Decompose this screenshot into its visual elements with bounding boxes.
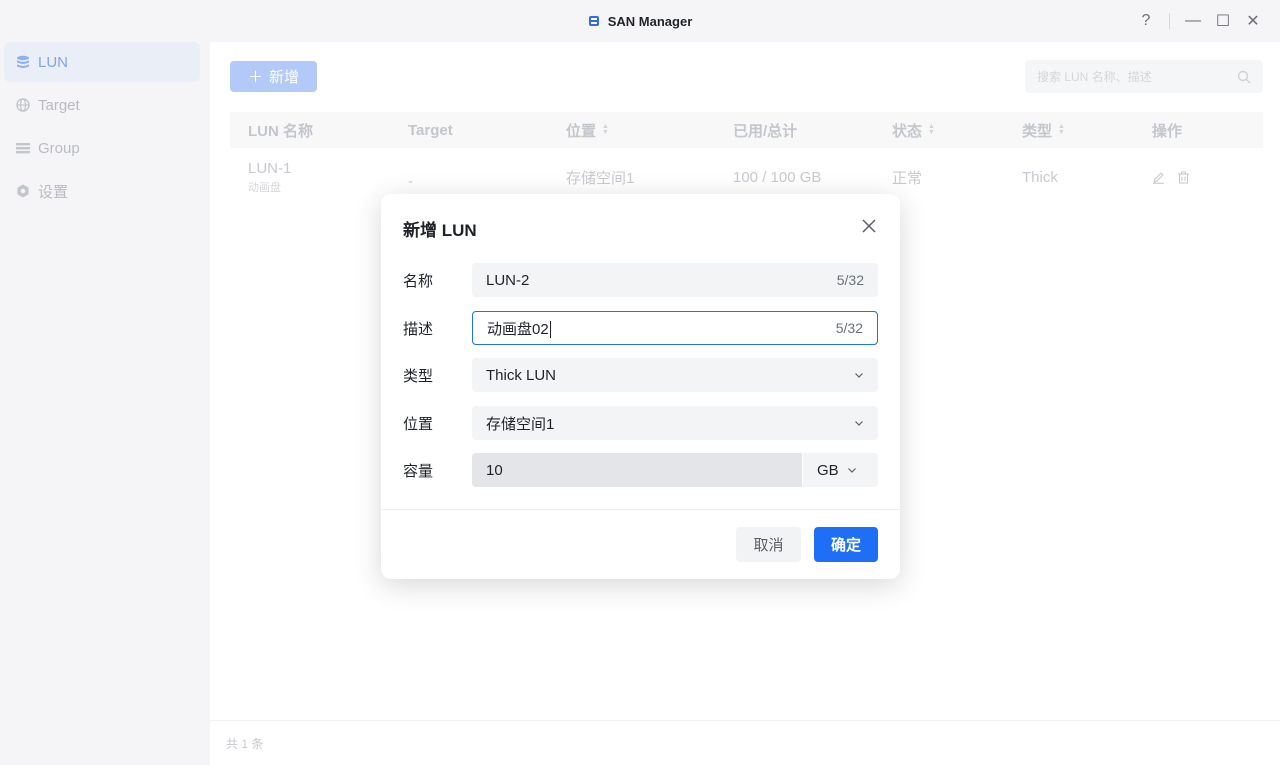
sidebar-item-target[interactable]: Target (4, 85, 200, 125)
maximize-icon[interactable]: ☐ (1210, 8, 1236, 34)
close-icon[interactable]: ✕ (1240, 8, 1266, 34)
lun-status-cell: 正常 (892, 169, 923, 187)
list-icon (16, 143, 30, 154)
cancel-button[interactable]: 取消 (736, 527, 801, 562)
lun-type-cell: Thick (1022, 168, 1058, 186)
column-header-label: 已用/总计 (733, 122, 798, 140)
capacity-input-value: 10 (486, 461, 503, 479)
column-header-label: LUN 名称 (248, 122, 313, 140)
window-controls: ? — ☐ ✕ (1133, 0, 1266, 42)
database-icon (17, 55, 29, 68)
column-header-label: 类型 (1022, 122, 1053, 140)
location-select-value: 存储空间1 (486, 415, 555, 433)
location-select[interactable]: 存储空间1 (472, 406, 878, 440)
plus-icon: ＋ (247, 69, 263, 86)
search-input[interactable]: 搜索 LUN 名称、描述 (1025, 60, 1263, 93)
column-header-label: 操作 (1152, 122, 1183, 140)
capacity-unit-value: GB (817, 461, 839, 479)
column-header-usage: 已用/总计 (733, 112, 797, 148)
search-placeholder: 搜索 LUN 名称、描述 (1037, 70, 1152, 84)
window-title-text: SAN Manager (607, 13, 693, 29)
sidebar-item-settings[interactable]: 设置 (4, 171, 200, 211)
chevron-down-icon (855, 373, 863, 378)
dialog-divider (381, 509, 900, 510)
column-header-location[interactable]: 位置 ▲ ▼ (566, 112, 609, 148)
confirm-button[interactable]: 确定 (814, 527, 878, 562)
close-icon[interactable] (860, 217, 878, 235)
edit-icon[interactable] (1152, 171, 1165, 184)
name-field-row: 名称 LUN-2 5/32 (403, 263, 878, 297)
sidebar: LUN Target Group 设置 (0, 42, 210, 765)
sort-icon[interactable]: ▲ ▼ (1058, 123, 1065, 136)
type-select-value: Thick LUN (486, 366, 557, 384)
description-char-count: 5/32 (835, 320, 863, 336)
trash-icon[interactable] (1177, 171, 1190, 184)
description-input-value: 动画盘02 (487, 320, 549, 338)
chevron-down-icon (847, 468, 856, 473)
globe-icon (16, 98, 30, 112)
gear-icon (17, 184, 29, 198)
name-field-label: 名称 (403, 272, 434, 290)
column-header-target: Target (408, 112, 453, 148)
sort-icon[interactable]: ▲ ▼ (928, 123, 935, 136)
name-input-value: LUN-2 (486, 271, 530, 289)
text-cursor (549, 321, 551, 339)
column-header-label: 状态 (892, 122, 923, 140)
sidebar-item-label: Group (38, 139, 80, 157)
column-header-label: 位置 (566, 122, 597, 140)
name-char-count: 5/32 (836, 272, 864, 288)
sidebar-item-label: LUN (38, 53, 69, 71)
search-icon[interactable] (1237, 70, 1251, 84)
dialog-title: 新增 LUN (403, 221, 477, 240)
sidebar-item-group[interactable]: Group (4, 128, 200, 168)
type-select[interactable]: Thick LUN (472, 358, 878, 392)
title-bar: SAN Manager ? — ☐ ✕ (0, 0, 1280, 42)
window-title: SAN Manager (0, 0, 1280, 42)
table-footer-count: 共 1 条 (210, 720, 1280, 765)
column-header-status[interactable]: 状态 ▲ ▼ (892, 112, 935, 148)
lun-actions-cell (1152, 152, 1190, 202)
lun-name: LUN-1 (248, 159, 292, 177)
description-field-label: 描述 (403, 320, 434, 338)
sidebar-item-label: Target (38, 96, 80, 114)
sidebar-item-label: 设置 (38, 183, 69, 201)
add-lun-dialog: 新增 LUN 名称 LUN-2 5/32 描述 动画盘02 5/32 类型 Th… (381, 194, 900, 579)
capacity-field-row: 容量 10 GB (403, 453, 878, 487)
san-manager-app-icon (588, 16, 599, 26)
capacity-unit-select[interactable]: GB (803, 453, 878, 487)
capacity-input[interactable]: 10 (472, 453, 802, 487)
type-field-row: 类型 Thick LUN (403, 358, 878, 392)
help-icon[interactable]: ? (1133, 8, 1159, 34)
add-lun-label: 新增 (269, 69, 300, 86)
table-header: LUN 名称 Target 位置 ▲ ▼ 已用/总计 状态 ▲ ▼ 类型 ▲ ▼ 操作 (230, 112, 1263, 148)
lun-description: 动画盘 (248, 181, 281, 194)
column-header-actions: 操作 (1152, 112, 1182, 148)
capacity-control: 10 GB (472, 453, 878, 487)
description-input-value-wrap: 动画盘02 (487, 318, 836, 339)
lun-name-cell: LUN-1 动画盘 (248, 152, 291, 202)
location-field-label: 位置 (403, 415, 434, 433)
capacity-field-label: 容量 (403, 462, 434, 480)
column-header-name: LUN 名称 (248, 112, 313, 148)
add-lun-button[interactable]: ＋ 新增 (230, 61, 317, 92)
description-input[interactable]: 动画盘02 5/32 (472, 311, 878, 345)
description-field-row: 描述 动画盘02 5/32 (403, 311, 878, 345)
location-field-row: 位置 存储空间1 (403, 406, 878, 440)
sidebar-item-lun[interactable]: LUN (4, 42, 200, 82)
name-input[interactable]: LUN-2 5/32 (472, 263, 878, 297)
chevron-down-icon (855, 421, 863, 426)
sort-icon[interactable]: ▲ ▼ (602, 123, 609, 136)
column-header-label: Target (408, 121, 453, 139)
column-header-type[interactable]: 类型 ▲ ▼ (1022, 112, 1065, 148)
window-controls-divider (1169, 13, 1170, 29)
type-field-label: 类型 (403, 367, 434, 385)
minimize-icon[interactable]: — (1180, 8, 1206, 34)
